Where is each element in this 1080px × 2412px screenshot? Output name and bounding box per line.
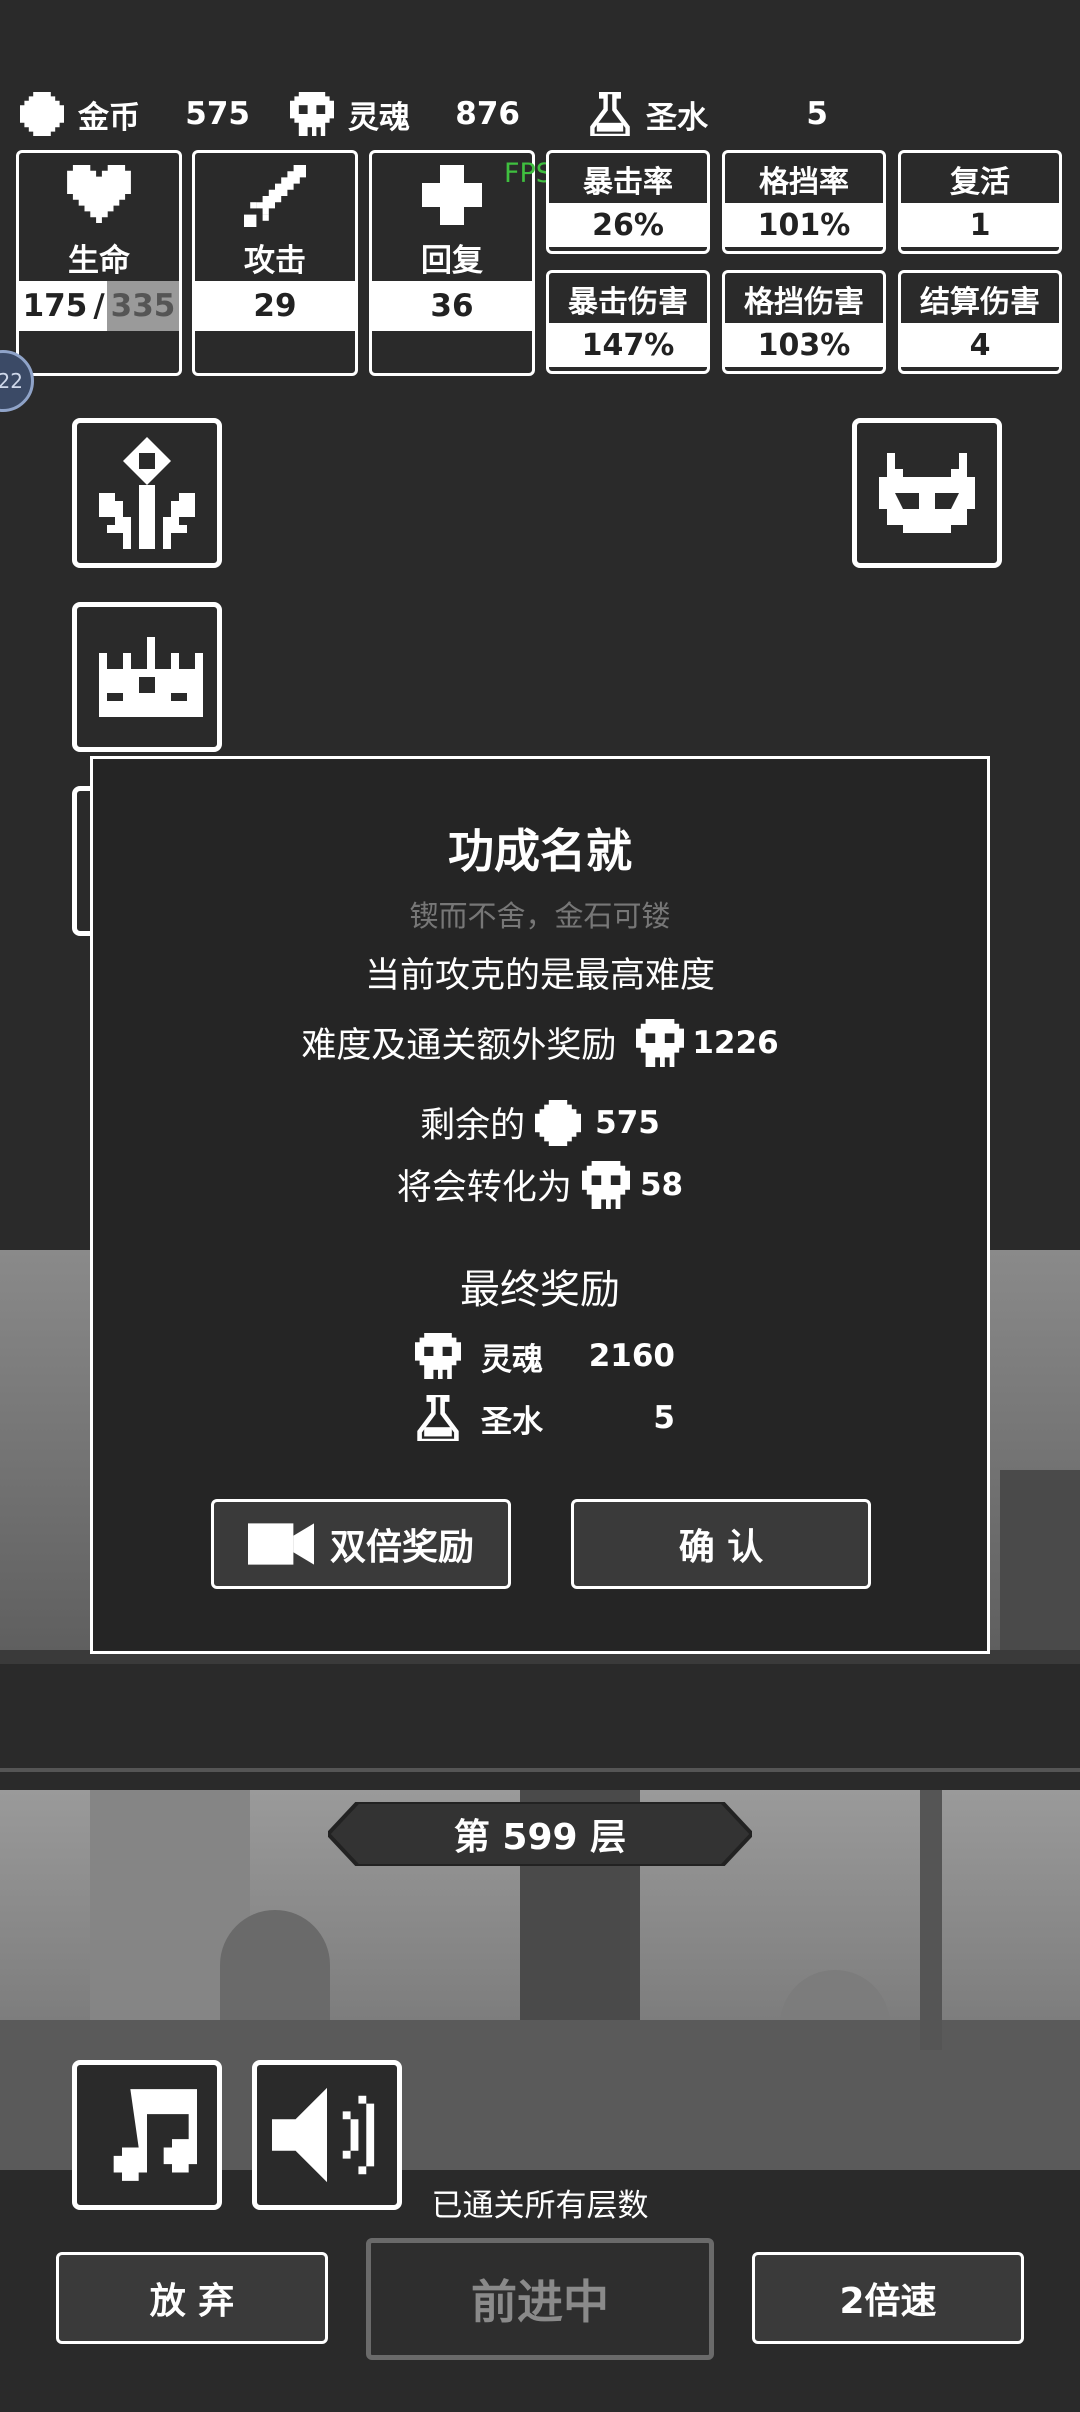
block-rate-box: 格挡率 101% (722, 150, 886, 254)
crown-button[interactable] (72, 602, 222, 752)
coin-icon (20, 92, 64, 136)
totem-icon (99, 437, 195, 549)
advance-button[interactable]: 前进中 (366, 2238, 714, 2360)
crit-damage-label: 暴击伤害 (568, 285, 688, 320)
block-rate-value: 101% (725, 203, 883, 247)
confirm-label: 确 认 (678, 1527, 764, 1568)
revive-box: 复活 1 (898, 150, 1062, 254)
speaker-icon (272, 2087, 375, 2183)
holy-water-label: 圣水 (646, 99, 708, 136)
video-icon (247, 1523, 314, 1565)
dialog-title: 功成名就 (448, 824, 632, 878)
holy-water-value: 5 (806, 96, 828, 132)
dialog-subtitle: 锲而不舍，金石可镂 (409, 899, 671, 933)
attack-stat-box: 攻击 29 (192, 150, 358, 376)
final-soul-value: 2160 (588, 1338, 675, 1374)
floor-banner: 第 599 层 (328, 1802, 752, 1866)
skull-icon (636, 1018, 685, 1067)
coin-icon (535, 1099, 582, 1146)
settle-damage-label: 结算伤害 (920, 285, 1040, 320)
flask-icon (590, 92, 630, 136)
skull-icon (415, 1333, 461, 1379)
remaining-label: 剩余的 (420, 1106, 526, 1146)
revive-label: 复活 (950, 165, 1010, 200)
extra-reward-label: 难度及通关额外奖励 (301, 1026, 617, 1066)
demon-button[interactable] (852, 418, 1002, 568)
completion-dialog: 功成名就 锲而不舍，金石可镂 当前攻克的是最高难度 难度及通关额外奖励 1226… (90, 756, 990, 1654)
crit-damage-box: 暴击伤害 147% (546, 270, 710, 374)
settle-damage-value: 4 (901, 323, 1059, 367)
confirm-button[interactable]: 确 认 (571, 1499, 871, 1589)
final-water-value: 5 (653, 1400, 675, 1436)
final-soul-row: 灵魂 2160 (415, 1331, 675, 1381)
double-reward-label: 双倍奖励 (329, 1527, 474, 1568)
skull-icon (581, 1160, 630, 1209)
life-separator: / (93, 288, 105, 324)
crit-rate-label: 暴击率 (583, 165, 673, 200)
block-damage-value: 103% (725, 323, 883, 367)
totem-button[interactable] (72, 418, 222, 568)
remaining-value: 575 (595, 1104, 660, 1141)
recover-value: 36 (372, 281, 532, 331)
convert-line: 将会转化为 58 (93, 1159, 987, 1210)
remaining-line: 剩余的 575 (93, 1097, 987, 1148)
speed-button[interactable]: 2倍速 (752, 2252, 1024, 2344)
extra-reward-line: 难度及通关额外奖励 1226 (93, 1017, 987, 1068)
music-note-icon (113, 2089, 197, 2181)
status-text: 已通关所有层数 (431, 2188, 649, 2224)
abandon-button[interactable]: 放 弃 (56, 2252, 328, 2344)
attack-value: 29 (195, 281, 355, 331)
life-stat-box: 生命 175 / 335 (16, 150, 182, 376)
crit-rate-value: 26% (549, 203, 707, 247)
block-damage-box: 格挡伤害 103% (722, 270, 886, 374)
block-damage-label: 格挡伤害 (744, 285, 864, 320)
recover-label: 回复 (421, 243, 483, 279)
final-reward-title: 最终奖励 (460, 1267, 620, 1313)
life-max: 335 (110, 288, 176, 324)
block-rate-label: 格挡率 (759, 165, 849, 200)
speed-label: 2倍速 (839, 2281, 937, 2322)
final-water-label: 圣水 (481, 1403, 543, 1440)
crit-damage-value: 147% (549, 323, 707, 367)
gold-label: 金币 (78, 99, 140, 136)
holy-water-resource: 圣水 5 (588, 92, 848, 137)
advance-label: 前进中 (471, 2275, 609, 2329)
sword-icon (195, 165, 355, 227)
divider-line (0, 1768, 1080, 1772)
revive-value: 1 (901, 203, 1059, 247)
double-reward-button[interactable]: 双倍奖励 (211, 1499, 511, 1589)
convert-label: 将会转化为 (396, 1168, 572, 1208)
convert-value: 58 (639, 1166, 684, 1203)
demon-icon (879, 453, 975, 533)
abandon-label: 放 弃 (149, 2281, 235, 2322)
gold-resource: 金币 575 (20, 92, 290, 137)
skull-icon (290, 92, 334, 136)
soul-resource: 灵魂 876 (290, 92, 588, 137)
crown-icon (99, 637, 203, 717)
life-bar: 175 / 335 (19, 281, 179, 331)
settle-damage-box: 结算伤害 4 (898, 270, 1062, 374)
crit-rate-box: 暴击率 26% (546, 150, 710, 254)
difficulty-line: 当前攻克的是最高难度 (364, 956, 715, 996)
life-current: 175 (22, 288, 88, 324)
resource-bar: 金币 575 灵魂 876 圣水 5 (20, 86, 1060, 142)
soul-value: 876 (455, 96, 520, 132)
final-water-row: 圣水 5 (415, 1393, 675, 1443)
life-label: 生命 (68, 243, 130, 279)
soul-label: 灵魂 (348, 99, 410, 136)
heart-icon (19, 165, 179, 223)
gold-value: 575 (185, 96, 250, 132)
attack-label: 攻击 (244, 243, 306, 279)
final-soul-label: 灵魂 (481, 1341, 543, 1378)
floor-label: 第 599 层 (453, 1817, 627, 1858)
extra-reward-value: 1226 (692, 1024, 779, 1061)
flask-icon (417, 1395, 459, 1441)
